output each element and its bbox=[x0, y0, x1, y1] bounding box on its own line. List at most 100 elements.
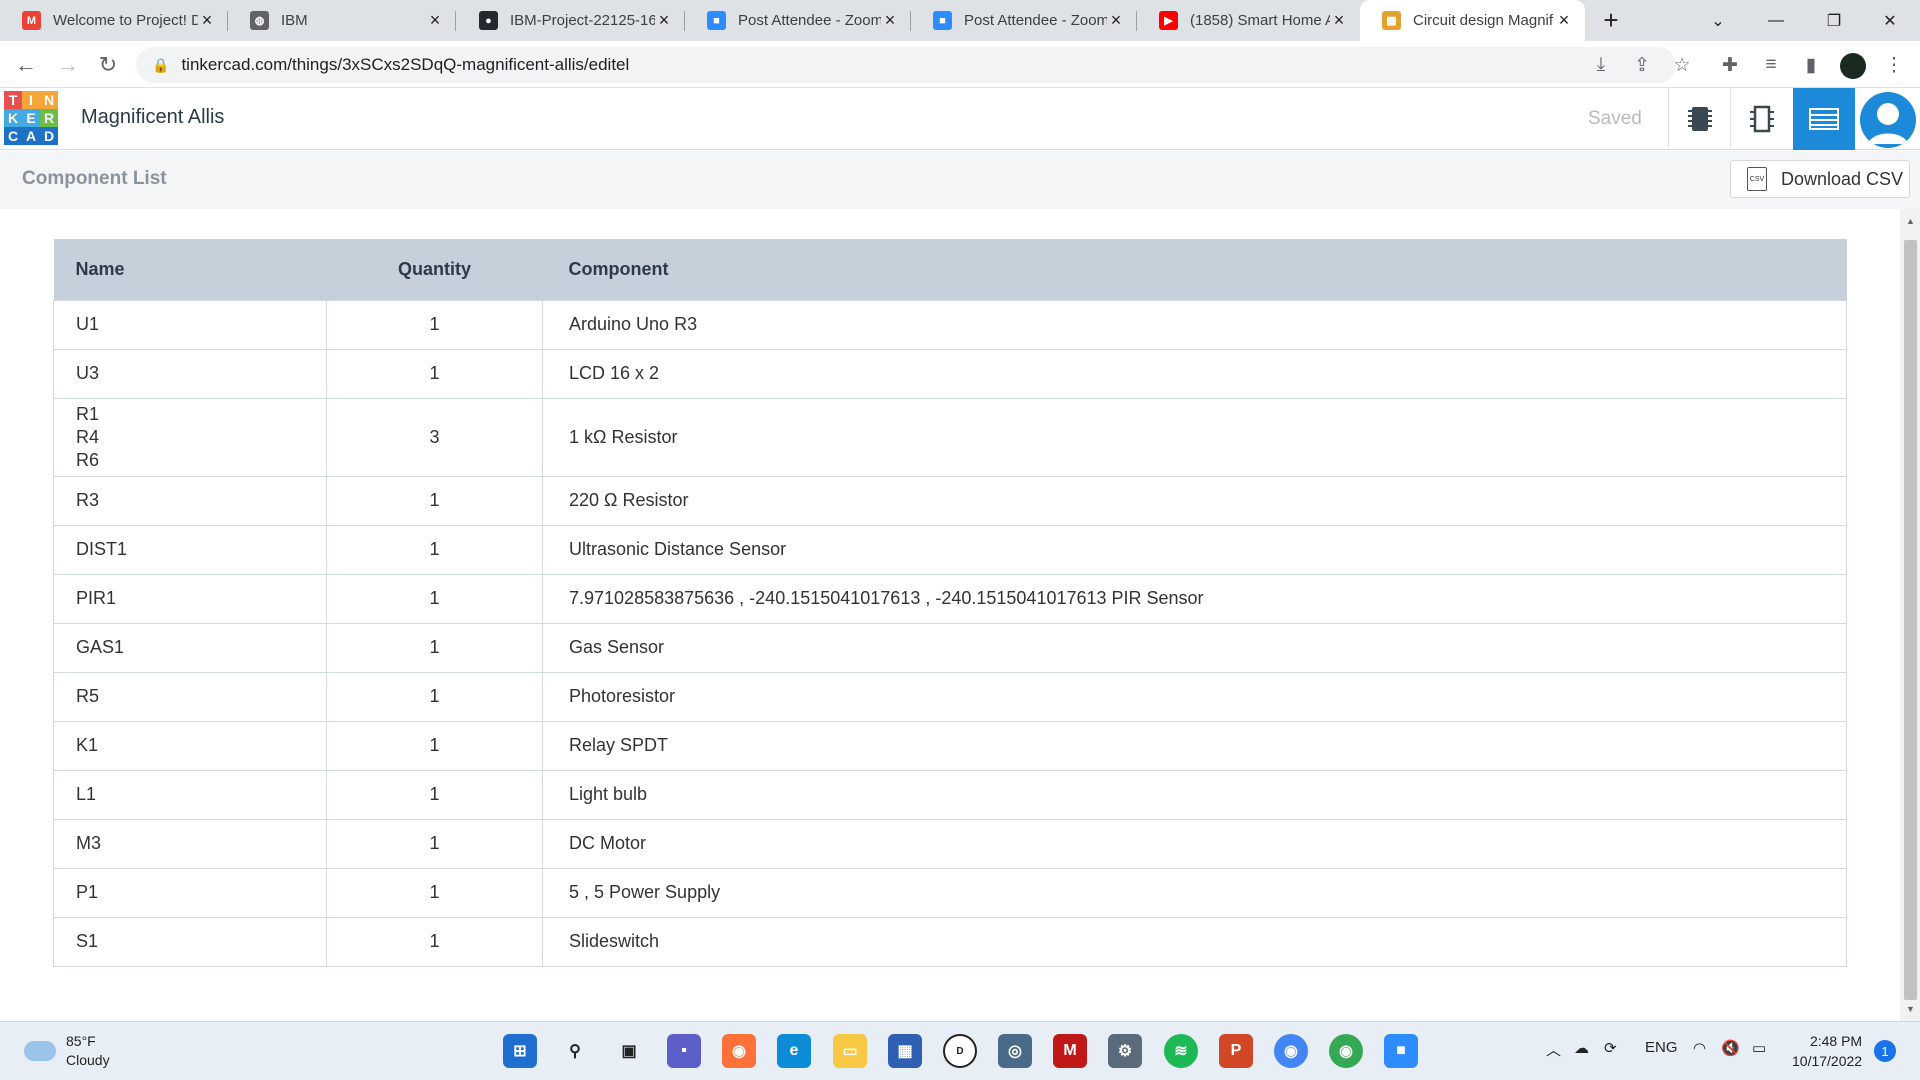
browser-tab[interactable]: ■ Post Attendee - Zoom × bbox=[685, 0, 911, 41]
logo-letter: C bbox=[4, 127, 22, 145]
onedrive-icon[interactable]: ☁ bbox=[1574, 1039, 1589, 1057]
circuit-view-button[interactable] bbox=[1668, 88, 1730, 150]
browser-tab[interactable]: ■ Post Attendee - Zoom × bbox=[911, 0, 1137, 41]
start-icon[interactable]: ⊞ bbox=[503, 1034, 537, 1068]
scroll-down-icon[interactable]: ▼ bbox=[1904, 1004, 1917, 1014]
back-icon[interactable]: ← bbox=[10, 49, 42, 81]
close-tab-icon[interactable]: × bbox=[1330, 10, 1348, 31]
task-view-icon[interactable]: ▣ bbox=[612, 1034, 646, 1068]
table-row: R3 1 220 Ω Resistor bbox=[53, 475, 1847, 526]
browser-tab[interactable]: ◍ IBM × bbox=[228, 0, 456, 41]
logo-letter: N bbox=[40, 91, 58, 109]
spotify-icon[interactable]: ≋ bbox=[1164, 1034, 1198, 1068]
file-explorer-icon[interactable]: ▭ bbox=[833, 1034, 867, 1068]
cell-name: R5 bbox=[53, 671, 327, 722]
browser-profile-avatar[interactable] bbox=[1840, 53, 1866, 79]
camera-icon[interactable]: ◎ bbox=[998, 1034, 1032, 1068]
side-panel-icon[interactable]: ▮ bbox=[1797, 51, 1825, 79]
share-icon[interactable]: ⇪ bbox=[1628, 51, 1656, 79]
settings-icon[interactable]: ⚙ bbox=[1108, 1034, 1142, 1068]
close-tab-icon[interactable]: × bbox=[198, 10, 216, 31]
browser-tab[interactable]: ▶ (1858) Smart Home A × bbox=[1137, 0, 1360, 41]
browser-toolbar: ← → ↻ 🔒 tinkercad.com/things/3xSCxs2SDqQ… bbox=[0, 41, 1920, 88]
logo-letter: A bbox=[22, 127, 40, 145]
install-app-icon[interactable]: ⤓ bbox=[1587, 51, 1615, 79]
system-clock[interactable]: 2:48 PM 10/17/2022 bbox=[1792, 1031, 1862, 1071]
download-csv-button[interactable]: CSV Download CSV bbox=[1730, 160, 1910, 198]
powerpoint-icon[interactable]: P bbox=[1219, 1034, 1253, 1068]
scrollbar-thumb[interactable] bbox=[1904, 240, 1917, 1000]
browser-tab[interactable]: ▦ Circuit design Magnif × bbox=[1360, 0, 1585, 41]
chat-icon[interactable]: ▪ bbox=[667, 1034, 701, 1068]
csv-file-icon: CSV bbox=[1747, 167, 1767, 191]
browser-tab-strip: + ⌄ — ❐ ✕ M Welcome to Project! D × ◍ IBM × ● I… bbox=[0, 0, 1920, 41]
mcafee-icon[interactable]: M bbox=[1053, 1034, 1087, 1068]
scroll-up-icon[interactable]: ▲ bbox=[1904, 216, 1917, 226]
cell-name: U1 bbox=[53, 299, 327, 350]
close-tab-icon[interactable]: × bbox=[655, 10, 673, 31]
browser-menu-icon[interactable]: ⋮ bbox=[1880, 51, 1908, 79]
user-avatar[interactable] bbox=[1860, 92, 1916, 148]
chrome-profile-icon[interactable]: ◉ bbox=[1329, 1034, 1363, 1068]
table-row: U3 1 LCD 16 x 2 bbox=[53, 348, 1847, 399]
store-icon[interactable]: ▦ bbox=[888, 1034, 922, 1068]
notification-badge[interactable]: 1 bbox=[1874, 1040, 1896, 1062]
cell-name: R1 R4 R6 bbox=[53, 397, 327, 477]
cell-quantity: 1 bbox=[326, 622, 543, 673]
schematic-view-button[interactable] bbox=[1730, 88, 1792, 150]
cell-quantity: 1 bbox=[326, 524, 543, 575]
cell-component: Relay SPDT bbox=[542, 720, 1847, 771]
minimize-icon[interactable]: — bbox=[1748, 0, 1804, 41]
cell-quantity: 1 bbox=[326, 867, 543, 918]
browser-tab[interactable]: ● IBM-Project-22125-16 × bbox=[457, 0, 685, 41]
sync-icon[interactable]: ⟳ bbox=[1604, 1039, 1617, 1057]
close-tab-icon[interactable]: × bbox=[1555, 10, 1573, 31]
battery-icon[interactable]: ▭ bbox=[1752, 1039, 1766, 1057]
close-window-icon[interactable]: ✕ bbox=[1862, 0, 1918, 41]
cell-name: P1 bbox=[53, 867, 327, 918]
component-designator: R1 bbox=[76, 403, 100, 424]
extensions-icon[interactable]: ✚ bbox=[1716, 51, 1744, 79]
forward-icon[interactable]: → bbox=[52, 49, 84, 81]
component-designator: L1 bbox=[76, 784, 97, 804]
close-tab-icon[interactable]: × bbox=[1107, 10, 1125, 31]
clock-time: 2:48 PM bbox=[1809, 1033, 1863, 1049]
cell-component: Slideswitch bbox=[542, 916, 1847, 967]
close-tab-icon[interactable]: × bbox=[426, 10, 444, 31]
browser-tab[interactable]: M Welcome to Project! D × bbox=[0, 0, 228, 41]
cell-quantity: 3 bbox=[326, 397, 543, 477]
project-name[interactable]: Magnificent Allis bbox=[81, 106, 224, 129]
tray-chevron-icon[interactable]: ︿ bbox=[1546, 1039, 1561, 1060]
firefox-icon[interactable]: ◉ bbox=[722, 1034, 756, 1068]
zoom-app-icon[interactable]: ■ bbox=[1384, 1034, 1418, 1068]
cell-name: U3 bbox=[53, 348, 327, 399]
component-list-view-button[interactable] bbox=[1793, 88, 1855, 150]
tinkercad-logo[interactable]: TINKERCAD bbox=[4, 91, 58, 145]
dell-icon[interactable]: D bbox=[943, 1034, 977, 1068]
language-indicator[interactable]: ENG bbox=[1645, 1039, 1678, 1056]
search-icon[interactable]: ⚲ bbox=[558, 1034, 592, 1068]
tab-search-icon[interactable]: ⌄ bbox=[1690, 0, 1746, 41]
bookmark-star-icon[interactable]: ☆ bbox=[1668, 51, 1696, 79]
github-icon: ● bbox=[479, 11, 498, 30]
close-tab-icon[interactable]: × bbox=[881, 10, 899, 31]
cell-quantity: 1 bbox=[326, 720, 543, 771]
table-row: GAS1 1 Gas Sensor bbox=[53, 622, 1847, 673]
media-control-icon[interactable]: ≡ bbox=[1757, 51, 1785, 79]
edge-icon[interactable]: e bbox=[777, 1034, 811, 1068]
wifi-icon[interactable]: ◠ bbox=[1693, 1039, 1706, 1057]
cell-name: L1 bbox=[53, 769, 327, 820]
table-row: R1 R4 R6 3 1 kΩ Resistor bbox=[53, 397, 1847, 477]
maximize-icon[interactable]: ❐ bbox=[1806, 0, 1862, 41]
table-header-row: Name Quantity Component bbox=[53, 239, 1847, 300]
volume-muted-icon[interactable]: 🔇 bbox=[1721, 1039, 1740, 1057]
component-designator: K1 bbox=[76, 735, 99, 755]
cell-component: DC Motor bbox=[542, 818, 1847, 869]
reload-icon[interactable]: ↻ bbox=[92, 49, 124, 81]
weather-widget[interactable]: 85°F Cloudy bbox=[24, 1032, 110, 1070]
chrome-icon[interactable]: ◉ bbox=[1274, 1034, 1308, 1068]
new-tab-button[interactable]: + bbox=[1597, 6, 1625, 34]
address-bar[interactable]: 🔒 tinkercad.com/things/3xSCxs2SDqQ-magni… bbox=[136, 47, 1676, 83]
cell-component: LCD 16 x 2 bbox=[542, 348, 1847, 399]
tab-title: (1858) Smart Home A bbox=[1190, 12, 1330, 29]
